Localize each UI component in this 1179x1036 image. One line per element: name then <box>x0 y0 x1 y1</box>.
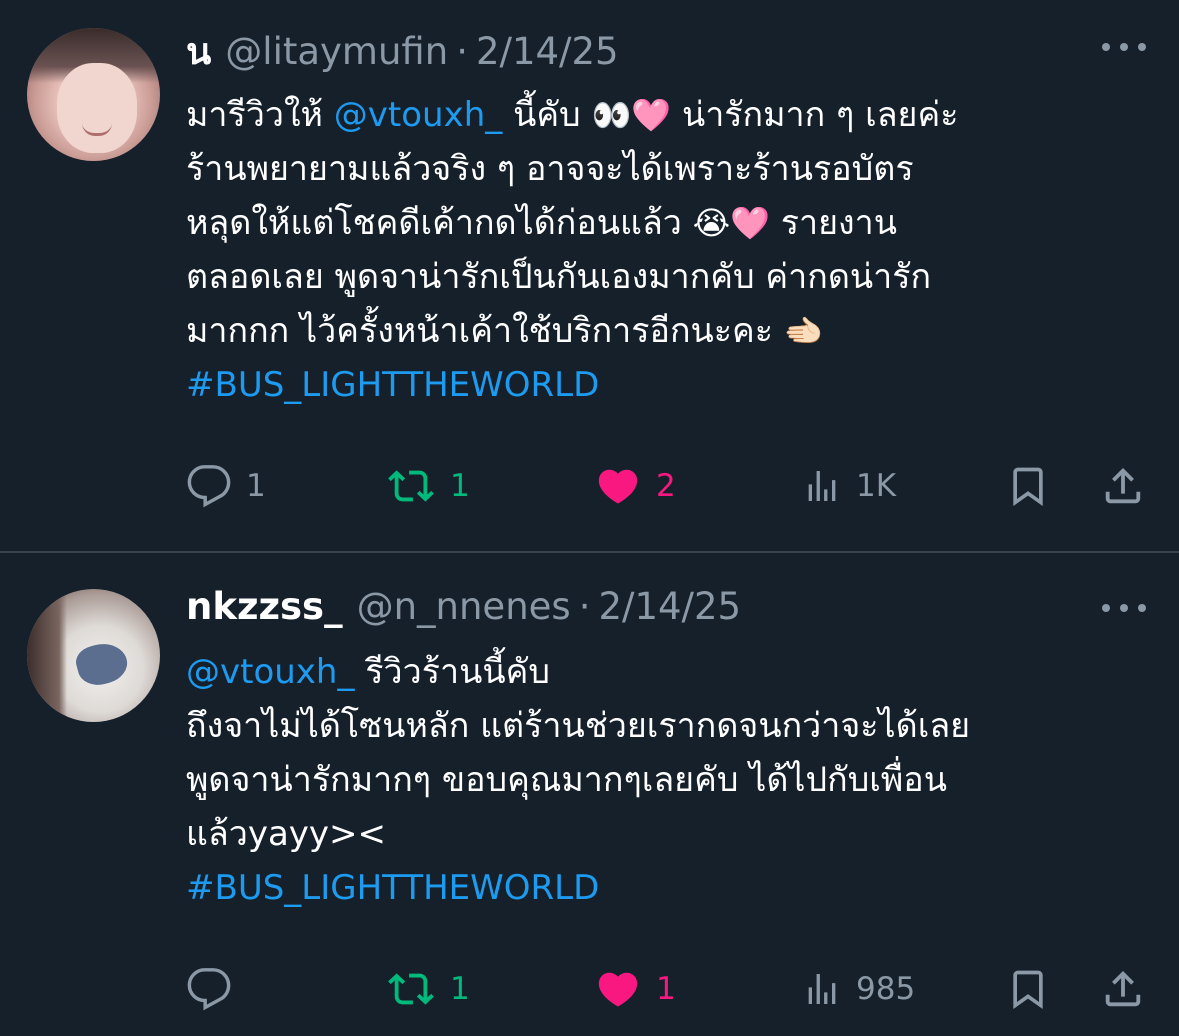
retweet-button[interactable]: 1 <box>386 962 470 1016</box>
more-dot <box>1138 43 1146 51</box>
avatar[interactable] <box>27 589 160 722</box>
avatar-shirt-print <box>72 638 132 690</box>
retweet-count: 1 <box>450 971 470 1007</box>
text-segment: ร้านพยายามแล้วจริง ๆ อาจจะได้เพราะร้านรอ… <box>186 149 914 189</box>
tweet-date[interactable]: 2/14/25 <box>476 30 619 73</box>
separator-dot: · <box>578 585 591 628</box>
crying-heart-emoji: 😭🩷 <box>692 204 770 242</box>
hand-emoji: 🫲🏻 <box>783 312 824 350</box>
tweet-text: @vtouxh_ รีวิวร้านนี้คับ ถึงจาไม่ได้โซนห… <box>186 645 1156 915</box>
heart-icon <box>598 469 638 504</box>
tweet-line: #BUS_LIGHTTHEWORLD <box>186 861 1156 915</box>
like-count: 1 <box>656 971 676 1007</box>
tweet-line: #BUS_LIGHTTHEWORLD <box>186 358 1156 412</box>
tweet-line: ร้านพยายามแล้วจริง ๆ อาจจะได้เพราะร้านรอ… <box>186 142 1156 196</box>
retweet-icon <box>388 973 434 1005</box>
like-count: 2 <box>656 468 676 504</box>
retweet-icon <box>388 470 434 502</box>
tweet-line: ตลอดเลย พูดจาน่ารักเป็นกันเองมากคับ ค่าก… <box>186 250 1156 304</box>
display-name[interactable]: nkzzss_ <box>186 585 343 628</box>
reply-icon <box>187 465 231 508</box>
separator-dot: · <box>456 30 468 73</box>
more-dot <box>1102 604 1110 612</box>
share-icon <box>1105 970 1141 1007</box>
text-segment: มากกก ไว้ครั้งหน้าเค้าใช้บริการอีกนะคะ <box>186 311 784 351</box>
tweet-header: น @litaymufin · 2/14/25 <box>186 22 619 76</box>
display-name[interactable]: น <box>186 22 211 81</box>
tweet-line: หลุดให้แต่โชคดีเค้ากดได้ก่อนแล้ว 😭🩷 รายง… <box>186 196 1156 250</box>
more-options-icon[interactable] <box>1102 42 1146 52</box>
reply-button[interactable]: 1 <box>186 459 266 513</box>
avatar[interactable] <box>27 28 160 161</box>
bookmark-icon <box>1013 467 1043 507</box>
views-icon <box>808 471 836 501</box>
text-segment: น่ารักมาก ๆ เลยค่ะ <box>671 95 959 135</box>
like-button[interactable]: 1 <box>594 962 676 1016</box>
share-button[interactable] <box>1100 962 1146 1016</box>
views-icon <box>808 974 836 1004</box>
user-handle[interactable]: @n_nnenes <box>357 585 571 628</box>
more-options-icon[interactable] <box>1102 603 1146 613</box>
eyes-heart-emoji: 👀🩷 <box>591 96 672 134</box>
more-dot <box>1120 43 1128 51</box>
views-button[interactable]: 985 <box>802 962 915 1016</box>
retweet-button[interactable]: 1 <box>386 459 470 513</box>
text-segment: หลุดให้แต่โชคดีเค้ากดได้ก่อนแล้ว <box>186 203 693 243</box>
avatar-face <box>57 63 137 153</box>
tweet[interactable]: nkzzss_ @n_nnenes · 2/14/25 @vtouxh_ รีว… <box>0 552 1179 1036</box>
user-handle[interactable]: @litaymufin <box>225 30 448 73</box>
text-segment: ตลอดเลย พูดจาน่ารักเป็นกันเองมากคับ ค่าก… <box>186 257 932 297</box>
more-dot <box>1138 604 1146 612</box>
reply-button[interactable] <box>186 962 246 1016</box>
tweet-line: มารีวิวให้ @vtouxh_ นี้คับ 👀🩷 น่ารักมาก … <box>186 88 1156 142</box>
views-button[interactable]: 1K <box>802 459 896 513</box>
text-segment: รีวิวร้านนี้คับ <box>354 652 550 692</box>
view-count: 1K <box>856 468 897 504</box>
action-bar: 1 1 2 1K <box>186 459 1146 513</box>
bookmark-button[interactable] <box>1006 459 1050 513</box>
reply-count: 1 <box>246 468 266 504</box>
mention-link[interactable]: @vtouxh_ <box>186 652 354 692</box>
text-segment: รายงาน <box>769 203 897 243</box>
heart-icon <box>598 972 638 1007</box>
share-button[interactable] <box>1100 459 1146 513</box>
tweet-line: ถึงจาไม่ได้โซนหลัก แต่ร้านช่วยเรากดจนกว่… <box>186 706 971 746</box>
share-icon <box>1105 467 1141 504</box>
text-segment: นี้คับ <box>502 95 592 135</box>
tweet[interactable]: น @litaymufin · 2/14/25 มารีวิวให้ @vtou… <box>0 0 1179 552</box>
hashtag-link[interactable]: #BUS_LIGHTTHEWORLD <box>186 868 599 908</box>
text-segment: มารีวิวให้ <box>186 95 334 135</box>
tweet-header: nkzzss_ @n_nnenes · 2/14/25 <box>186 585 741 639</box>
tweet-line: มากกก ไว้ครั้งหน้าเค้าใช้บริการอีกนะคะ 🫲… <box>186 304 1156 358</box>
action-bar: 1 1 985 <box>186 962 1146 1016</box>
tweet-date[interactable]: 2/14/25 <box>598 585 741 628</box>
avatar-hair <box>27 589 67 722</box>
mention-link[interactable]: @vtouxh_ <box>334 95 502 135</box>
hashtag-link[interactable]: #BUS_LIGHTTHEWORLD <box>186 365 599 405</box>
bookmark-icon <box>1013 970 1043 1010</box>
more-dot <box>1120 604 1128 612</box>
more-dot <box>1102 43 1110 51</box>
tweet-line: แล้วyayy>< <box>186 814 387 854</box>
retweet-count: 1 <box>450 468 470 504</box>
bookmark-button[interactable] <box>1006 962 1050 1016</box>
tweet-line: @vtouxh_ รีวิวร้านนี้คับ <box>186 645 1156 699</box>
view-count: 985 <box>856 971 916 1007</box>
reply-icon <box>187 968 231 1011</box>
tweet-text: มารีวิวให้ @vtouxh_ นี้คับ 👀🩷 น่ารักมาก … <box>186 88 1156 412</box>
tweet-line: พูดจาน่ารักมากๆ ขอบคุณมากๆเลยคับ ได้ไปกั… <box>186 760 947 800</box>
like-button[interactable]: 2 <box>594 459 676 513</box>
